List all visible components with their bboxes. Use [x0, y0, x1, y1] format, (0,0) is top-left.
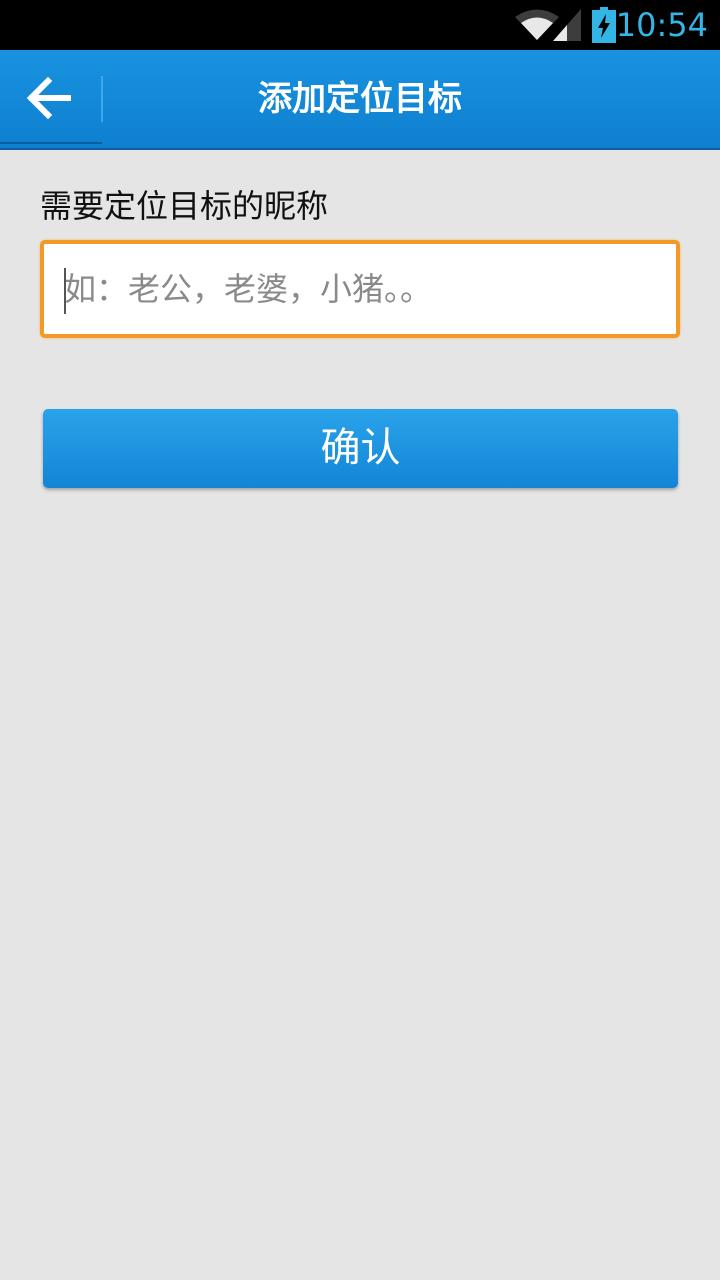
nickname-label: 需要定位目标的昵称 — [40, 187, 329, 225]
status-clock: 10:54 — [615, 6, 708, 44]
page-title: 添加定位目标 — [258, 79, 462, 119]
text-cursor — [64, 268, 66, 314]
status-bar: 10:54 — [0, 0, 720, 50]
action-bar-divider — [101, 76, 103, 122]
battery-charging-icon — [592, 7, 616, 43]
signal-icon — [553, 9, 581, 41]
nickname-input[interactable] — [44, 244, 676, 334]
confirm-button[interactable]: 确认 — [43, 409, 678, 488]
action-bar: 添加定位目标 — [0, 50, 720, 150]
back-arrow-icon — [26, 76, 71, 120]
nickname-field[interactable] — [40, 240, 680, 338]
back-button[interactable] — [0, 50, 102, 144]
